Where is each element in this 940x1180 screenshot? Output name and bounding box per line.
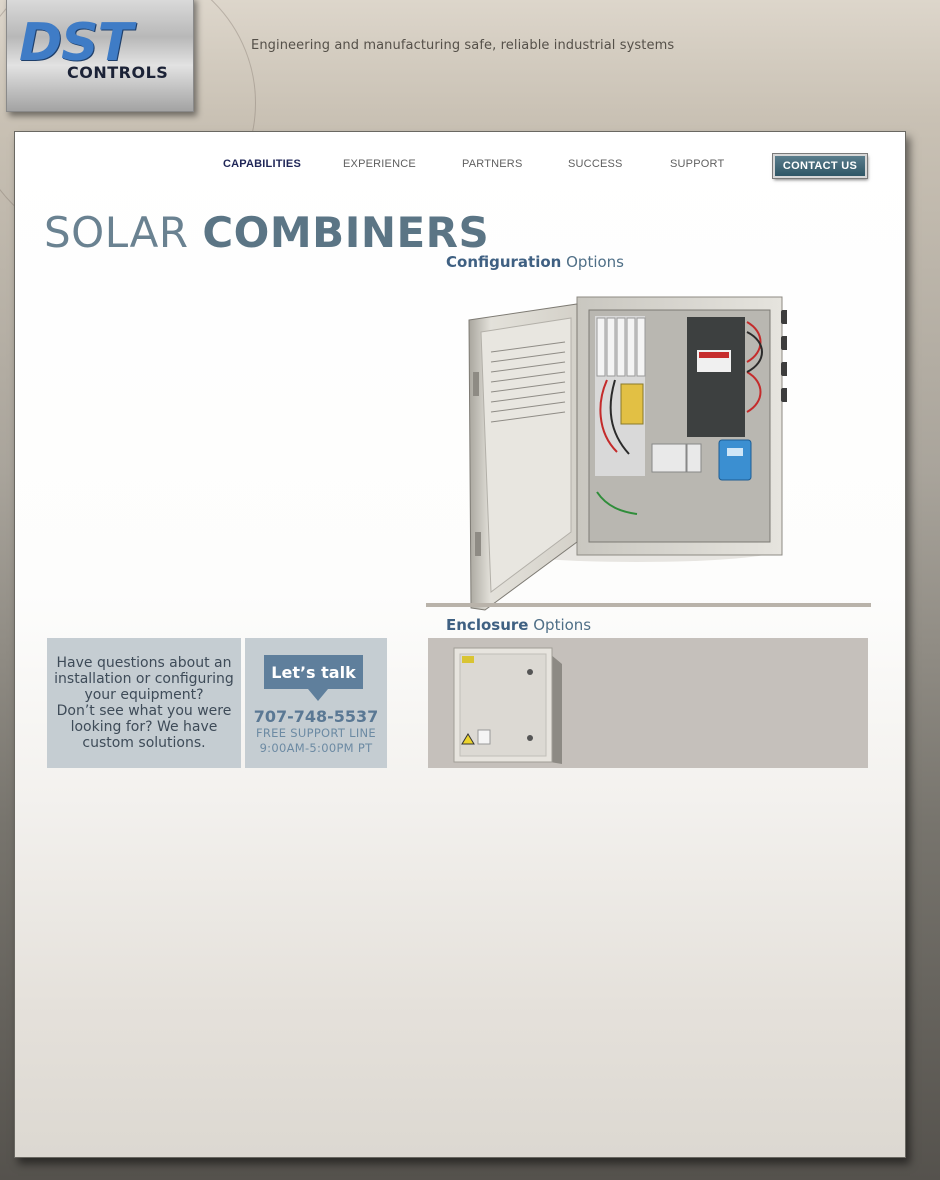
nav-support[interactable]: SUPPORT — [670, 158, 724, 170]
main-navigation: CAPABILITIES EXPERIENCE PARTNERS SUCCESS… — [15, 152, 905, 180]
site-tagline: Engineering and manufacturing safe, reli… — [251, 38, 675, 53]
questions-text: Have questions about an installation or … — [54, 655, 234, 751]
nav-success[interactable]: SUCCESS — [568, 158, 623, 170]
support-hours: 9:00AM-5:00PM PT — [259, 741, 373, 755]
page-title-bold: COMBINERS — [202, 208, 490, 257]
nav-capabilities[interactable]: CAPABILITIES — [223, 158, 301, 170]
support-phone-number[interactable]: 707-748-5537 — [245, 707, 387, 726]
configuration-heading-light: Options — [566, 253, 625, 271]
support-line-label: FREE SUPPORT LINE — [255, 726, 377, 740]
nav-partners[interactable]: PARTNERS — [462, 158, 522, 170]
main-content-panel: CAPABILITIES EXPERIENCE PARTNERS SUCCESS… — [14, 131, 906, 1158]
questions-callout: Have questions about an installation or … — [47, 638, 241, 768]
configuration-heading-bold: Configuration — [446, 253, 562, 271]
contact-us-button[interactable]: CONTACT US — [772, 153, 868, 179]
lets-talk-badge: Let’s talk — [264, 655, 363, 701]
enclosure-heading-bold: Enclosure — [446, 616, 529, 634]
logo-main-text: DST — [19, 13, 133, 73]
enclosure-heading-light: Options — [533, 616, 592, 634]
site-header: DST CONTROLS Engineering and manufacturi… — [0, 0, 940, 246]
page-title-light: SOLAR — [44, 208, 189, 257]
logo-sub-text: CONTROLS — [67, 63, 169, 82]
nav-experience[interactable]: EXPERIENCE — [343, 158, 416, 170]
support-contact-box: Let’s talk 707-748-5537 FREE SUPPORT LIN… — [245, 638, 387, 768]
enclosure-image[interactable] — [450, 644, 580, 764]
section-divider — [426, 603, 871, 607]
page-title: SOLAR COMBINERS — [44, 212, 489, 254]
enclosure-options-heading: Enclosure Options — [446, 616, 591, 634]
configuration-options-heading: Configuration Options — [446, 253, 624, 271]
solar-combiner-cabinet-image — [468, 296, 787, 611]
dst-controls-logo[interactable]: DST CONTROLS — [6, 0, 194, 112]
enclosure-options-panel — [428, 638, 868, 768]
